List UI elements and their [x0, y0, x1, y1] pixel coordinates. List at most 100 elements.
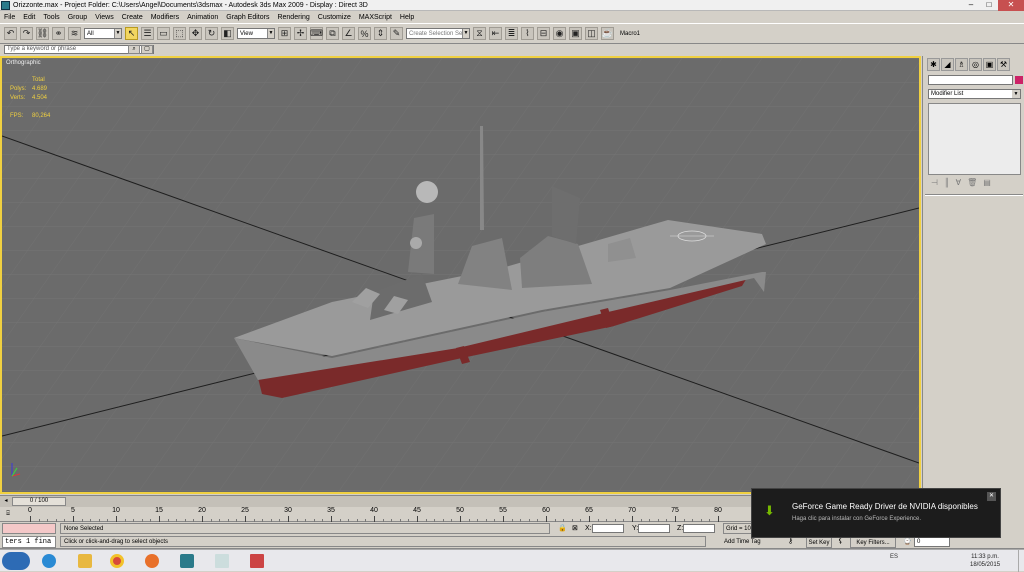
create-tab-icon[interactable]: ✱	[927, 58, 940, 71]
configure-sets-icon[interactable]: ▤	[983, 178, 991, 190]
menu-views[interactable]: Views	[91, 14, 118, 21]
hierarchy-tab-icon[interactable]: ♗	[955, 58, 968, 71]
menu-graph-editors[interactable]: Graph Editors	[222, 14, 273, 21]
rectangle-selection-icon[interactable]: ▭	[157, 27, 170, 40]
unlink-icon[interactable]: ⚭	[52, 27, 65, 40]
x-coordinate-field[interactable]	[592, 524, 624, 533]
quick-render-icon[interactable]: ☕	[601, 27, 614, 40]
ruler-minor-tick	[184, 519, 186, 522]
rendered-frame-icon[interactable]: ◫	[585, 27, 598, 40]
lock-selection-icon[interactable]: 🔒	[558, 523, 567, 534]
close-button[interactable]: ✕	[998, 0, 1024, 11]
maximize-button[interactable]: □	[980, 0, 998, 11]
menu-create[interactable]: Create	[118, 14, 147, 21]
set-key-button[interactable]: Set Key	[806, 537, 832, 548]
percent-snap-icon[interactable]: %	[358, 27, 371, 40]
notepad-icon[interactable]	[205, 551, 239, 571]
minimize-button[interactable]: –	[962, 0, 980, 11]
paint-icon[interactable]	[240, 551, 274, 571]
align-icon[interactable]: ⇤	[489, 27, 502, 40]
viewport-label[interactable]: Orthographic	[6, 60, 41, 66]
ruler-tick	[374, 516, 375, 522]
keyboard-shortcut-icon[interactable]: ⌨	[310, 27, 323, 40]
add-time-tag[interactable]: Add Time Tag	[710, 537, 761, 548]
scale-icon[interactable]: ◧	[221, 27, 234, 40]
object-name-field[interactable]	[928, 75, 1013, 85]
reference-coordinate-select[interactable]: View ▼	[237, 28, 275, 39]
rotate-icon[interactable]: ↻	[205, 27, 218, 40]
move-icon[interactable]: ✥	[189, 27, 202, 40]
modifier-list-select[interactable]: Modifier List ▼	[928, 89, 1021, 99]
macro-button[interactable]: Macro1	[617, 31, 643, 37]
curve-editor-icon[interactable]: ⌇	[521, 27, 534, 40]
y-coordinate-field[interactable]	[638, 524, 670, 533]
internet-explorer-icon[interactable]	[32, 551, 66, 571]
show-desktop-button[interactable]	[1018, 550, 1024, 572]
edit-named-selection-icon[interactable]: ✎	[390, 27, 403, 40]
menu-group[interactable]: Group	[64, 14, 91, 21]
notification-close-button[interactable]: ✕	[987, 492, 996, 501]
bind-spacewarp-icon[interactable]: ≋	[68, 27, 81, 40]
search-icon[interactable]: ⌕	[128, 45, 140, 54]
window-crossing-icon[interactable]: ⬚	[173, 27, 186, 40]
modifier-stack[interactable]	[928, 103, 1021, 175]
orthographic-viewport[interactable]: Orthographic Total Polys: 4.689 Verts: 4.5…	[0, 56, 921, 494]
nvidia-notification[interactable]: ⬇ GeForce Game Ready Driver de NVIDIA di…	[751, 488, 1001, 538]
render-setup-icon[interactable]: ▣	[569, 27, 582, 40]
utilities-tab-icon[interactable]: ⚒	[997, 58, 1010, 71]
key-filters-button[interactable]: Key Filters...	[850, 537, 896, 548]
file-explorer-icon[interactable]	[68, 551, 102, 571]
select-by-name-icon[interactable]: ☰	[141, 27, 154, 40]
menu-customize[interactable]: Customize	[314, 14, 355, 21]
select-object-icon[interactable]: ↖	[125, 27, 138, 40]
ruler-minor-tick	[580, 519, 582, 522]
chrome-icon[interactable]	[100, 551, 134, 571]
layer-manager-icon[interactable]: ≣	[505, 27, 518, 40]
current-frame-field[interactable]: 0	[914, 537, 950, 547]
motion-tab-icon[interactable]: ◎	[969, 58, 982, 71]
schematic-view-icon[interactable]: ⊟	[537, 27, 550, 40]
menu-modifiers[interactable]: Modifiers	[147, 14, 183, 21]
material-editor-icon[interactable]: ◉	[553, 27, 566, 40]
menu-file[interactable]: File	[0, 14, 19, 21]
frame-ruler[interactable]: 0 5 10 15 20 25 30 35 40 45 50 55 60 65 70 75 80	[28, 507, 770, 522]
3dsmax-icon[interactable]	[170, 551, 204, 571]
remove-modifier-icon[interactable]: 🗑	[967, 178, 977, 190]
menu-edit[interactable]: Edit	[19, 14, 39, 21]
absolute-mode-icon[interactable]: ⊠	[572, 523, 578, 534]
system-clock[interactable]: 11:33 p.m. 18/05/2015	[970, 553, 1000, 569]
modify-tab-icon[interactable]: ◢	[941, 58, 954, 71]
menu-tools[interactable]: Tools	[39, 14, 63, 21]
prev-frame-arrow-icon[interactable]: ◂	[2, 497, 10, 506]
menu-rendering[interactable]: Rendering	[273, 14, 313, 21]
selection-filter-select[interactable]: All ▼	[84, 28, 122, 39]
maxscript-listener-mini[interactable]	[2, 523, 56, 534]
start-button[interactable]	[2, 552, 30, 570]
pivot-center-icon[interactable]: ⊞	[278, 27, 291, 40]
spinner-snap-icon[interactable]: ⇕	[374, 27, 387, 40]
show-end-result-icon[interactable]: ║	[944, 178, 950, 190]
pin-stack-icon[interactable]: ⊣	[931, 178, 938, 190]
redo-icon[interactable]: ↷	[20, 27, 33, 40]
menu-animation[interactable]: Animation	[183, 14, 222, 21]
undo-icon[interactable]: ↶	[4, 27, 17, 40]
object-color-swatch[interactable]	[1015, 76, 1023, 84]
make-unique-icon[interactable]: ∀	[956, 178, 961, 190]
maxscript-listener[interactable]: ters 1 fina	[2, 536, 56, 548]
z-coordinate-field[interactable]	[683, 524, 715, 533]
search-options-icon[interactable]: ▢	[141, 45, 153, 54]
firefox-icon[interactable]	[135, 551, 169, 571]
menu-maxscript[interactable]: MAXScript	[355, 14, 396, 21]
link-icon[interactable]: ⛓	[36, 27, 49, 40]
curve-editor-mini-icon[interactable]: ⌸	[4, 510, 12, 519]
named-selection-set-select[interactable]: Create Selection Set ▼	[406, 28, 470, 39]
mirror-icon[interactable]: ⧖	[473, 27, 486, 40]
menu-help[interactable]: Help	[396, 14, 418, 21]
command-panel: ✱ ◢ ♗ ◎ ▣ ⚒ Modifier List ▼ ⊣ ║ ∀ 🗑 ▤	[922, 56, 1024, 494]
snaps-toggle-icon[interactable]: ⧉	[326, 27, 339, 40]
language-indicator[interactable]: ES	[890, 554, 898, 560]
time-slider[interactable]: 0 / 100	[12, 497, 66, 506]
angle-snap-icon[interactable]: ∠	[342, 27, 355, 40]
display-tab-icon[interactable]: ▣	[983, 58, 996, 71]
manipulate-icon[interactable]: ✢	[294, 27, 307, 40]
